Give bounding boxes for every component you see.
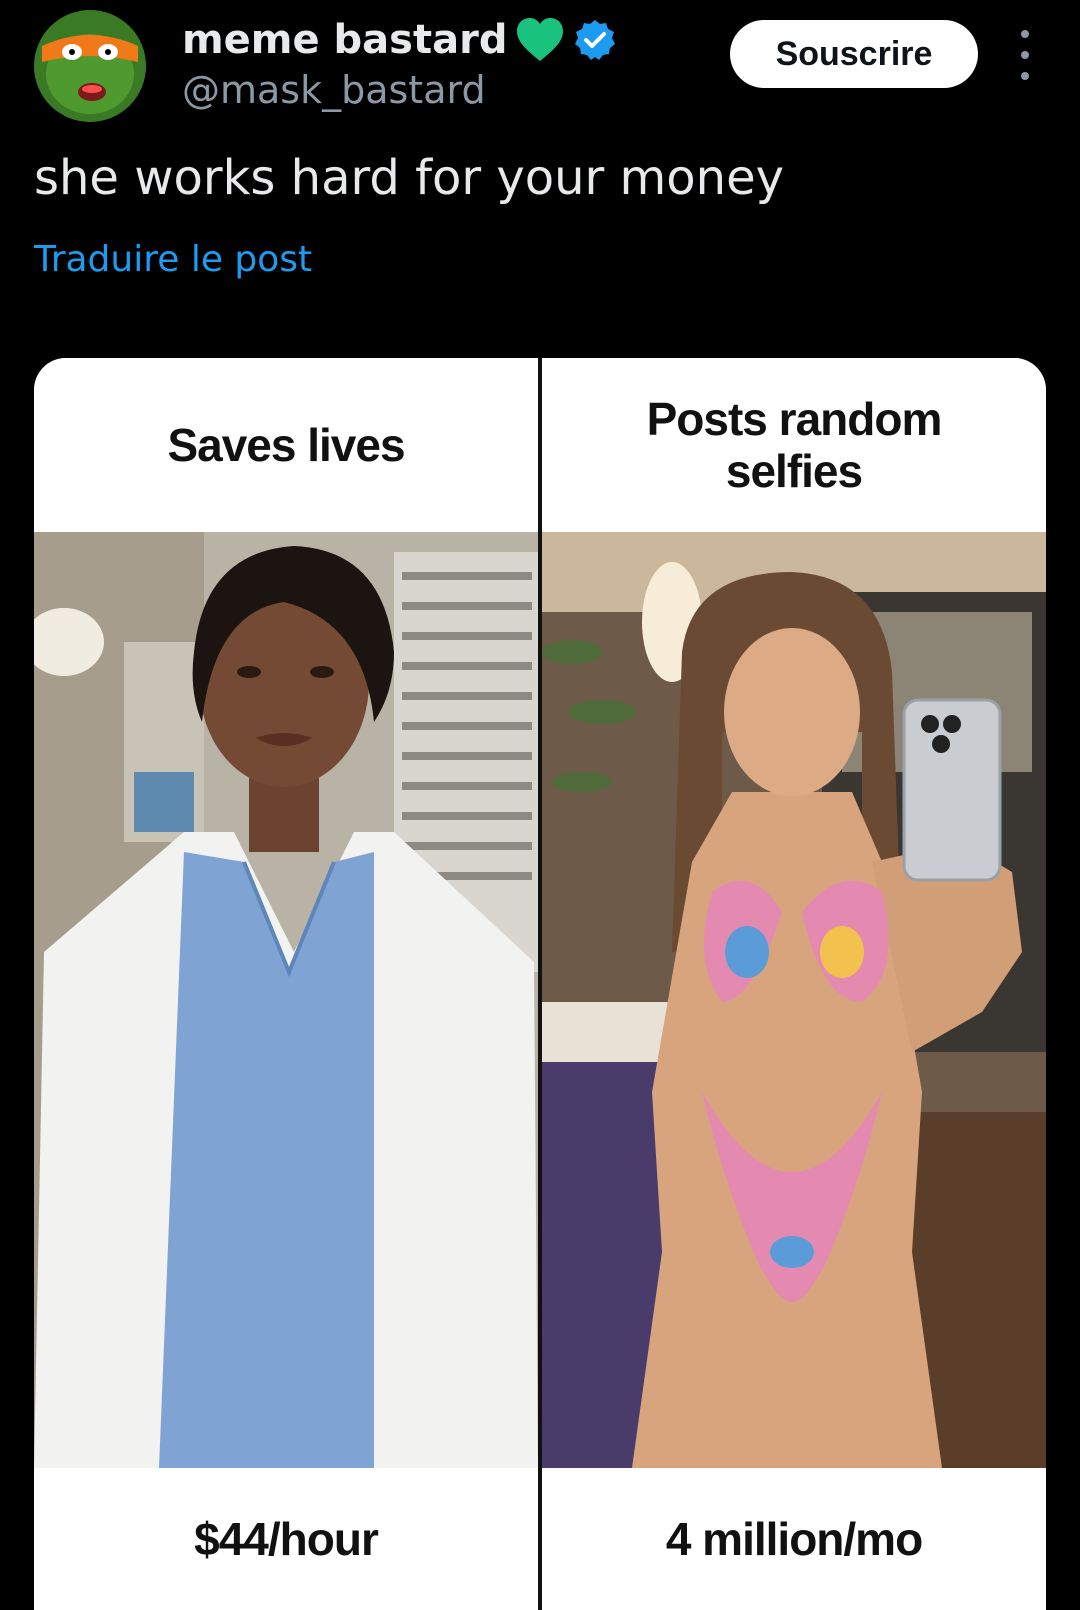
meme-left-footer: $44/hour — [34, 1468, 538, 1610]
more-options-icon[interactable] — [1010, 30, 1040, 80]
author-avatar[interactable] — [34, 10, 146, 122]
meme-left-header: Saves lives — [34, 358, 538, 532]
meme-right-footer: 4 million/mo — [542, 1468, 1046, 1610]
subscribe-button[interactable]: Souscrire — [730, 20, 978, 88]
post-view: meme bastard @mask_bastard Souscrire she… — [0, 0, 1080, 1610]
author-handle[interactable]: @mask_bastard — [182, 66, 486, 114]
post-text: she works hard for your money — [34, 150, 785, 206]
selfie-photo — [542, 532, 1046, 1468]
more-dot — [1021, 72, 1029, 80]
author-name-row[interactable]: meme bastard — [182, 14, 617, 66]
meme-right-header-text: Posts random selfies — [646, 393, 943, 497]
translate-post-link[interactable]: Traduire le post — [34, 236, 312, 284]
meme-divider — [538, 358, 542, 1610]
doctor-photo — [34, 532, 538, 1468]
more-dot — [1021, 30, 1029, 38]
post-media-image[interactable]: Saves lives Posts random selfies $44/hou… — [34, 358, 1046, 1610]
turtle-mask-avatar-icon — [34, 10, 146, 122]
meme-right-header: Posts random selfies — [542, 358, 1046, 532]
verified-badge-icon — [575, 20, 616, 60]
green-heart-icon — [517, 18, 564, 61]
author-display-name[interactable]: meme bastard — [182, 14, 507, 66]
meme-left-header-text: Saves lives — [167, 419, 405, 471]
meme-left-footer-text: $44/hour — [194, 1513, 379, 1565]
more-dot — [1021, 51, 1029, 59]
meme-right-footer-text: 4 million/mo — [665, 1513, 923, 1565]
